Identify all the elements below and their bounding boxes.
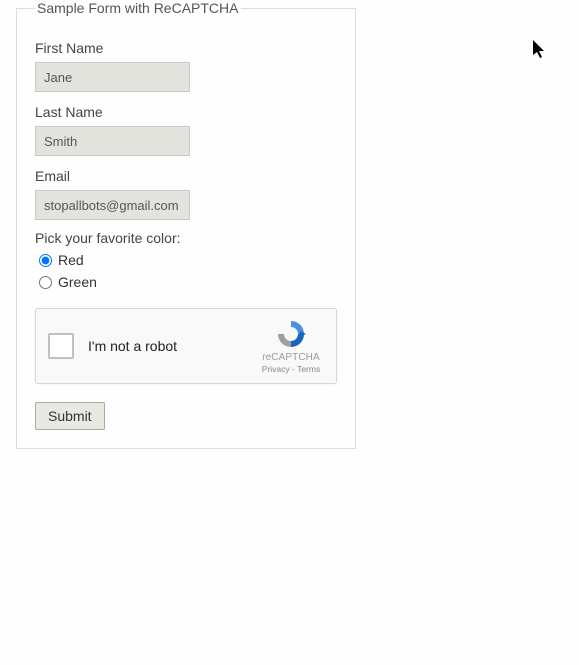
last-name-input[interactable] [35,126,190,156]
sample-form: Sample Form with ReCAPTCHA First Name La… [16,0,356,449]
email-field: Email [35,168,337,220]
color-radio-red[interactable] [39,254,52,267]
email-label: Email [35,168,337,184]
last-name-label: Last Name [35,104,337,120]
color-option-red[interactable]: Red [39,252,337,268]
mouse-cursor-icon [533,40,549,60]
color-radio-red-label: Red [58,252,84,268]
color-radio-green[interactable] [39,276,52,289]
color-radio-group: Pick your favorite color: Red Green [35,230,337,290]
submit-button[interactable]: Submit [35,402,105,430]
color-option-green[interactable]: Green [39,274,337,290]
recaptcha-label: I'm not a robot [88,338,258,354]
color-question: Pick your favorite color: [35,230,337,246]
recaptcha-links: Privacy - Terms [262,364,320,374]
recaptcha-brand: reCAPTCHA Privacy - Terms [258,318,324,374]
recaptcha-brand-name: reCAPTCHA [262,352,320,363]
first-name-label: First Name [35,40,337,56]
recaptcha-checkbox[interactable] [48,333,74,359]
first-name-field: First Name [35,40,337,92]
recaptcha-terms-link[interactable]: Terms [297,364,320,374]
recaptcha-logo-icon [275,318,307,350]
color-radio-green-label: Green [58,274,97,290]
recaptcha-widget: I'm not a robot reCAPTCHA Privacy - Term… [35,308,337,384]
email-input[interactable] [35,190,190,220]
recaptcha-privacy-link[interactable]: Privacy [262,364,290,374]
form-legend: Sample Form with ReCAPTCHA [35,0,241,16]
first-name-input[interactable] [35,62,190,92]
last-name-field: Last Name [35,104,337,156]
